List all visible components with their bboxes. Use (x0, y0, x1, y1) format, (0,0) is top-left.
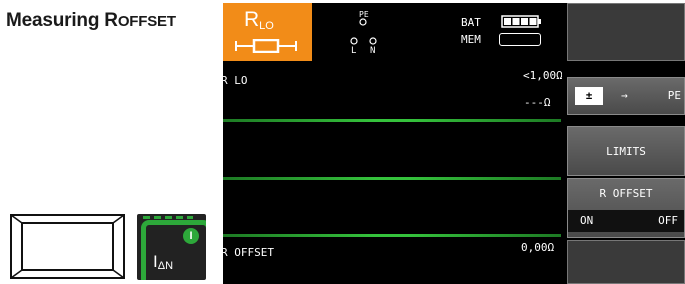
offset-label: R OFFSET (221, 246, 274, 259)
separator-line (223, 177, 561, 180)
terminal-l-label: L (351, 46, 356, 55)
dash-marks (143, 216, 193, 219)
terminal-n-label: N (370, 46, 375, 55)
page-title: Measuring ROFFSET (6, 10, 176, 31)
separator-line (223, 119, 561, 122)
resistor-icon (235, 39, 297, 53)
idn-key-label: IΔN (153, 252, 174, 272)
option-off[interactable]: OFF (658, 214, 678, 227)
rlo-limit: <1,00Ω (523, 69, 563, 82)
bat-label: BAT (461, 16, 481, 29)
memory-indicator (499, 33, 541, 46)
terminal-pe-label: PE (359, 10, 369, 19)
arrow-right-icon: → (621, 89, 628, 102)
bezel-key[interactable] (10, 214, 125, 279)
instrument-screen: RLO PE L N BAT MEM R LO <1,00Ω ---Ω R OF… (221, 3, 685, 284)
idn-key[interactable]: I IΔN (137, 214, 206, 280)
softkey-bottom[interactable] (567, 240, 685, 284)
terminal-icons: PE L N (349, 9, 383, 60)
led-indicator-icon: I (183, 228, 199, 244)
separator-line (223, 234, 561, 237)
limits-button[interactable]: LIMITS (567, 126, 685, 176)
pe-selector-button[interactable]: ± → PE (567, 77, 685, 115)
option-on[interactable]: ON (580, 214, 593, 227)
rlo-label: R LO (221, 74, 248, 87)
status-labels: BAT MEM (461, 14, 481, 48)
mode-tile-rlo: RLO (223, 3, 312, 61)
mode-title: RLO (244, 8, 274, 32)
rlo-value: ---Ω (524, 96, 551, 109)
battery-icon (501, 15, 541, 28)
plus-minus-icon: ± (575, 87, 603, 105)
softkey-top[interactable] (567, 3, 685, 61)
mem-label: MEM (461, 33, 481, 46)
roffset-toggle[interactable]: R OFFSET ON OFF (567, 178, 685, 238)
pe-label: PE (667, 89, 681, 102)
roffset-options: ON OFF (568, 210, 684, 232)
offset-value: 0,00Ω (521, 241, 555, 254)
roffset-title: R OFFSET (599, 187, 653, 200)
softkey-column: ± → PE LIMITS R OFFSET ON OFF (562, 3, 685, 284)
limits-label: LIMITS (606, 145, 646, 158)
